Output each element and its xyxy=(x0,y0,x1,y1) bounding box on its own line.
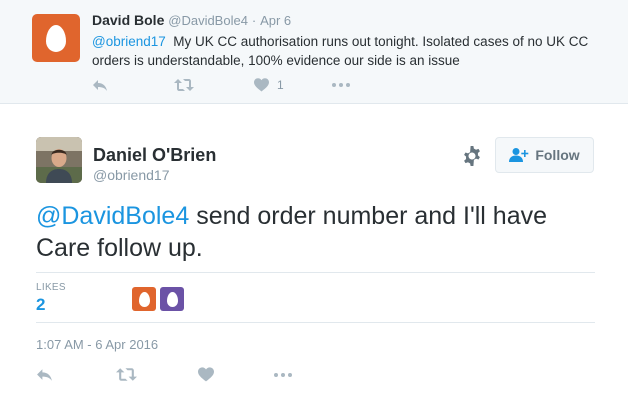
reply-button[interactable] xyxy=(92,78,174,92)
liker-avatar[interactable] xyxy=(132,287,156,311)
parent-action-bar: 1 xyxy=(92,78,350,92)
likers-list xyxy=(132,287,188,311)
more-icon xyxy=(274,372,292,377)
egg-icon xyxy=(46,24,66,52)
reply-icon xyxy=(37,369,52,381)
more-button[interactable] xyxy=(332,83,350,87)
liker-avatar[interactable] xyxy=(160,287,184,311)
settings-button[interactable] xyxy=(462,146,482,171)
like-button[interactable]: 1 xyxy=(254,78,332,92)
parent-fullname[interactable]: David Bole xyxy=(92,12,164,28)
follow-label: Follow xyxy=(535,147,580,163)
parent-tweet[interactable]: David Bole @DavidBole4 · Apr 6 @obriend1… xyxy=(0,0,628,104)
parent-mention-link[interactable]: @obriend17 xyxy=(92,34,166,49)
heart-icon xyxy=(198,367,214,382)
main-fullname[interactable]: Daniel O'Brien xyxy=(93,145,216,166)
divider-top xyxy=(36,272,595,273)
divider-bottom xyxy=(36,322,595,323)
follow-button[interactable]: Follow xyxy=(495,137,594,173)
main-tweet-text: @DavidBole4 send order number and I'll h… xyxy=(36,200,596,264)
main-avatar[interactable] xyxy=(36,137,82,183)
likes-label[interactable]: LIKES xyxy=(36,282,66,293)
parent-handle[interactable]: @DavidBole4 xyxy=(168,13,248,28)
separator-dot: · xyxy=(251,13,257,28)
parent-time[interactable]: Apr 6 xyxy=(260,13,291,28)
main-action-bar xyxy=(36,367,292,382)
more-icon xyxy=(332,83,350,87)
reply-icon xyxy=(93,80,107,91)
parent-body-text: My UK CC authorisation runs out tonight.… xyxy=(92,34,589,68)
like-button[interactable] xyxy=(198,367,274,382)
parent-avatar[interactable] xyxy=(32,14,80,62)
reply-button[interactable] xyxy=(36,367,116,382)
profile-photo xyxy=(36,137,82,183)
retweet-icon xyxy=(174,79,194,91)
retweet-button[interactable] xyxy=(116,367,198,382)
parent-tweet-header: David Bole @DavidBole4 · Apr 6 xyxy=(92,12,291,28)
main-mention-link[interactable]: @DavidBole4 xyxy=(36,202,189,230)
tweet-timestamp: 1:07 AM - 6 Apr 2016 xyxy=(36,337,159,352)
egg-icon xyxy=(138,291,150,307)
egg-icon xyxy=(166,291,178,307)
more-button[interactable] xyxy=(274,372,292,377)
main-handle[interactable]: @obriend17 xyxy=(93,167,170,183)
parent-like-count: 1 xyxy=(277,78,284,92)
gear-icon xyxy=(464,146,480,166)
likes-count[interactable]: 2 xyxy=(36,295,45,315)
add-user-icon xyxy=(509,148,529,162)
heart-icon xyxy=(254,78,269,92)
parent-tweet-text: @obriend17 My UK CC authorisation runs o… xyxy=(92,32,602,70)
retweet-icon xyxy=(116,368,137,381)
retweet-button[interactable] xyxy=(174,78,254,92)
